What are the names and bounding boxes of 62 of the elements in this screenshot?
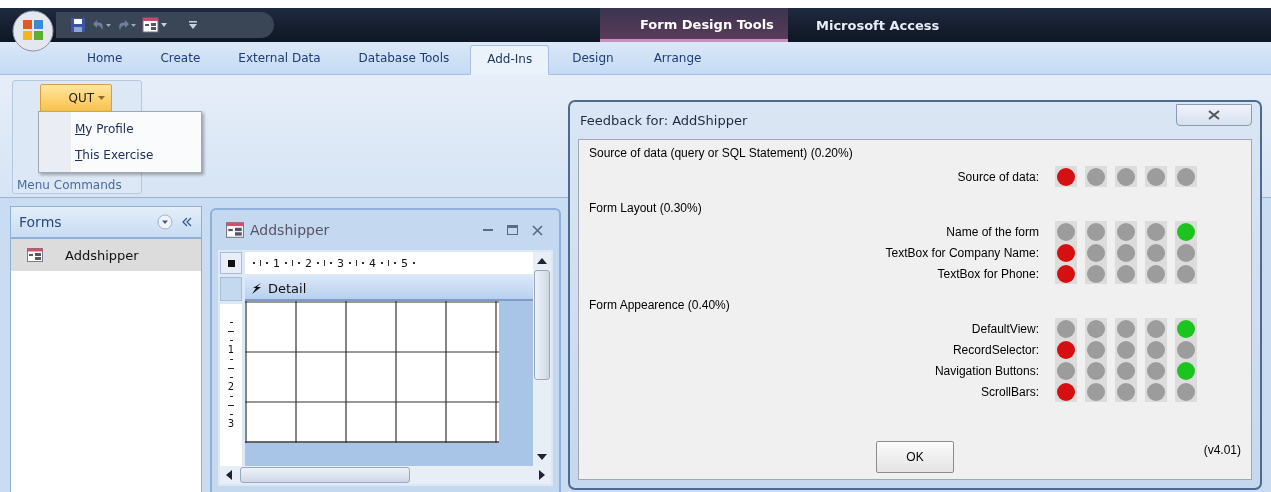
section-heading: Form Appearence (0.40%): [589, 298, 731, 312]
section-heading: Form Layout (0.30%): [589, 201, 703, 215]
qut-menu-button[interactable]: QUT: [40, 84, 112, 112]
ribbon-tab[interactable]: Add-Ins: [470, 45, 550, 75]
window-title: Microsoft Access: [816, 17, 940, 33]
ribbon-tab[interactable]: External Data: [221, 44, 338, 74]
ribbon-tab[interactable]: Home: [70, 44, 140, 74]
horizontal-scrollbar[interactable]: [220, 466, 551, 484]
criterion-label: TextBox for Company Name:: [885, 245, 1039, 260]
minimize-icon[interactable]: [483, 228, 493, 232]
right-arrow-icon[interactable]: [539, 470, 545, 480]
ribbon-tab[interactable]: Create: [143, 44, 218, 74]
version-label: (v4.01): [1203, 443, 1241, 457]
ruler-number: 2: [305, 256, 312, 270]
dialog-title: Feedback for: AddShipper: [579, 113, 749, 128]
contextual-tab-group: Form Design Tools: [600, 8, 788, 42]
vertical-scrollbar[interactable]: [533, 252, 551, 466]
close-icon[interactable]: [532, 224, 543, 236]
form-window-title: Addshipper: [250, 222, 330, 238]
close-button[interactable]: [1176, 103, 1252, 126]
up-arrow-icon[interactable]: [537, 258, 547, 264]
close-icon: [1208, 109, 1220, 120]
form-icon: [226, 222, 244, 238]
dropdown-icon[interactable]: [157, 214, 173, 230]
criterion-label: RecordSelector:: [952, 342, 1039, 357]
criterion-label: ScrollBars:: [981, 384, 1039, 399]
form-view-icon[interactable]: [142, 17, 168, 33]
section-label: Detail: [268, 280, 307, 296]
form-selector[interactable]: [220, 252, 242, 274]
ruler-number: 1: [227, 345, 235, 355]
ruler-number: 3: [227, 419, 235, 429]
nav-item[interactable]: Addshipper: [11, 239, 201, 271]
maximize-icon[interactable]: [507, 225, 518, 235]
save-icon[interactable]: [70, 17, 86, 33]
criterion-label: Source of data:: [957, 169, 1039, 184]
criterion-label: TextBox for Phone:: [937, 266, 1039, 281]
ruler-number: 4: [369, 256, 376, 270]
section-heading: Source of data (query or SQL Statement) (0.20%): [589, 146, 854, 160]
ribbon-tab[interactable]: Arrange: [636, 44, 719, 74]
criterion-label: Name of the form: [946, 224, 1039, 239]
section-header[interactable]: Detail: [245, 277, 533, 301]
nav-pane-title: Forms: [19, 214, 63, 230]
criterion-label: DefaultView:: [971, 321, 1039, 336]
group-label: Menu Commands: [17, 178, 122, 192]
ruler-number: 5: [401, 256, 408, 270]
criterion-label: Navigation Buttons:: [934, 363, 1039, 378]
ruler-number: 2: [227, 382, 235, 392]
form-icon: [27, 248, 43, 262]
section-arrow-icon: [251, 282, 262, 294]
down-arrow-icon[interactable]: [537, 454, 547, 460]
customize-icon[interactable]: [188, 19, 198, 31]
ribbon-tab[interactable]: Database Tools: [341, 44, 467, 74]
ok-button[interactable]: OK: [876, 441, 954, 473]
left-arrow-icon[interactable]: [226, 470, 232, 480]
ruler-number: 3: [337, 256, 344, 270]
ruler-number: 1: [273, 256, 280, 270]
collapse-icon[interactable]: [181, 216, 193, 228]
menu-item[interactable]: My Profile: [39, 116, 201, 142]
nav-item-label: Addshipper: [65, 247, 139, 263]
ribbon-tab[interactable]: Design: [555, 44, 631, 74]
caret-icon: [98, 96, 105, 100]
menu-item[interactable]: This Exercise: [39, 142, 201, 168]
